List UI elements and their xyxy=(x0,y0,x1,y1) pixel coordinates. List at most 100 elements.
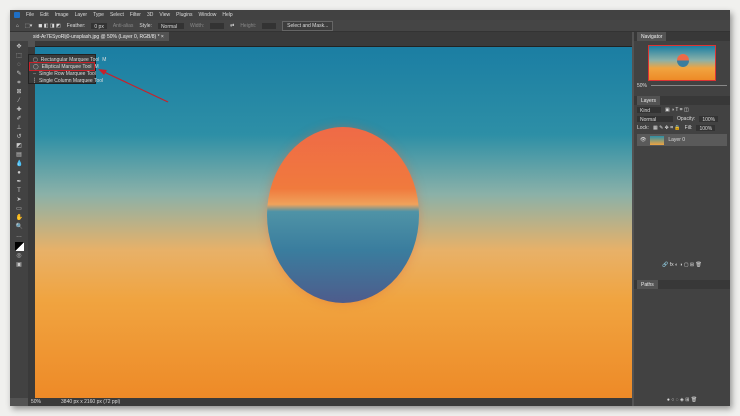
elliptical-marquee-item[interactable]: ◯ Elliptical Marquee Tool M xyxy=(29,62,99,71)
visibility-eye-icon[interactable]: 👁 xyxy=(640,137,646,143)
feather-label: Feather: xyxy=(66,22,86,29)
blur-tool-icon[interactable]: 💧 xyxy=(16,161,23,168)
type-tool-icon[interactable]: T xyxy=(16,188,23,195)
layers-header: Layers xyxy=(634,96,730,105)
navigator-zoom[interactable]: 50% xyxy=(637,83,647,89)
navigator-header: Navigator xyxy=(634,32,730,41)
rectangular-marquee-item[interactable]: ▢ Rectangular Marquee Tool M xyxy=(30,56,106,63)
quick-mask-icon[interactable]: ◎ xyxy=(16,253,23,260)
selection-mode-icons[interactable]: ◼ ◧ ◨ ◩ xyxy=(38,23,61,29)
rect-marquee-icon: ▢ xyxy=(33,56,38,63)
healing-brush-icon[interactable]: ✚ xyxy=(16,107,23,114)
pen-tool-icon[interactable]: ✒ xyxy=(16,179,23,186)
photoshop-window: File Edit Image Layer Type Select Filter… xyxy=(10,10,730,406)
menu-plugins[interactable]: Plugins xyxy=(176,12,192,18)
status-bar: 50% 3840 px x 2160 px (72 ppi) xyxy=(28,398,632,406)
paths-tab[interactable]: Paths xyxy=(637,280,658,289)
close-icon[interactable]: × xyxy=(161,34,164,40)
column-marquee-icon: ┆ xyxy=(33,77,37,84)
feather-input[interactable]: 0 px xyxy=(91,22,107,30)
blend-row: Normal Opacity: 100% xyxy=(634,114,730,123)
menu-edit[interactable]: Edit xyxy=(40,12,49,18)
menu-type[interactable]: Type xyxy=(93,12,104,18)
hand-tool-icon[interactable]: ✋ xyxy=(16,215,23,222)
navigator-zoom-row: 50% xyxy=(634,81,730,90)
eyedropper-icon[interactable]: ⁄ xyxy=(16,98,23,105)
layer-name[interactable]: Layer 0 xyxy=(668,137,685,143)
sphere-image xyxy=(267,127,419,303)
marquee-tool-flyout: ▢ Rectangular Marquee Tool M ◯ Elliptical M… xyxy=(28,54,106,84)
select-and-mask-button[interactable]: Select and Mask... xyxy=(282,20,334,31)
quick-select-icon[interactable]: ✎ xyxy=(16,71,23,78)
opacity-label: Opacity: xyxy=(677,115,696,122)
frame-tool-icon[interactable]: ⊠ xyxy=(16,89,23,96)
more-tools-icon[interactable]: … xyxy=(16,233,23,240)
menu-file[interactable]: File xyxy=(26,12,34,18)
home-icon[interactable]: ⌂ xyxy=(16,23,19,29)
opacity-input[interactable]: 100% xyxy=(699,115,719,123)
zoom-level[interactable]: 50% xyxy=(31,399,41,405)
swap-icon[interactable]: ⇄ xyxy=(230,23,234,29)
annotation-arrow-icon xyxy=(98,69,169,103)
path-select-icon[interactable]: ➤ xyxy=(16,197,23,204)
marquee-preset-icon[interactable]: ⬚▾ xyxy=(25,23,32,29)
stamp-tool-icon[interactable]: ⊥ xyxy=(16,125,23,132)
navigator-tab[interactable]: Navigator xyxy=(637,32,667,41)
dodge-tool-icon[interactable]: ● xyxy=(16,170,23,177)
paths-header: Paths xyxy=(634,280,730,289)
menu-image[interactable]: Image xyxy=(55,12,69,18)
height-input[interactable] xyxy=(262,22,277,29)
marquee-tool-icon[interactable]: ⬚ xyxy=(16,53,23,60)
width-label: Width: xyxy=(189,22,205,29)
vertical-ruler xyxy=(28,47,35,398)
height-label: Height: xyxy=(240,22,257,29)
blend-mode-select[interactable]: Normal xyxy=(637,115,673,123)
layers-tab[interactable]: Layers xyxy=(637,96,661,105)
layer-thumbnail xyxy=(650,135,665,145)
layer-row[interactable]: 👁 Layer 0 xyxy=(637,134,727,146)
ps-logo-icon xyxy=(14,12,20,18)
menu-filter[interactable]: Filter xyxy=(130,12,141,18)
right-panels: Navigator 50% Layers Kind ▣ ◑ T ⌗ ◫ Norma… xyxy=(634,32,730,406)
fill-input[interactable]: 100% xyxy=(696,124,716,132)
antialias-checkbox[interactable]: Anti-alias xyxy=(113,23,134,29)
eraser-icon[interactable]: ◩ xyxy=(16,143,23,150)
crop-tool-icon[interactable]: ⌗ xyxy=(16,80,23,87)
style-select[interactable]: Normal xyxy=(157,22,184,30)
color-swatches-icon[interactable] xyxy=(14,242,24,251)
menu-select[interactable]: Select xyxy=(110,12,124,18)
lasso-tool-icon[interactable]: ◌ xyxy=(16,62,23,69)
layers-footer: 🔗 fx ◐ ◑ ▢ ⊞ 🗑 xyxy=(634,260,730,269)
path-action-icons[interactable]: ● ○ ◌ ◈ ⊞ 🗑 xyxy=(667,397,697,403)
single-row-marquee-item[interactable]: ┄ Single Row Marquee Tool xyxy=(30,70,96,77)
layer-action-icons[interactable]: 🔗 fx ◐ ◑ ▢ ⊞ 🗑 xyxy=(662,262,702,268)
move-tool-icon[interactable]: ✥ xyxy=(16,44,23,51)
lock-icons[interactable]: ▦ ✎ ✥ ⌗ 🔒 xyxy=(653,125,681,131)
filter-icons[interactable]: ▣ ◑ T ⌗ ◫ xyxy=(665,107,689,113)
document-size: 3840 px x 2160 px (72 ppi) xyxy=(61,399,121,405)
fill-label: Fill: xyxy=(684,124,693,131)
menu-window[interactable]: Window xyxy=(199,12,217,18)
rectangle-tool-icon[interactable]: ▭ xyxy=(16,206,23,213)
menu-bar: File Edit Image Layer Type Select Filter… xyxy=(10,10,730,20)
width-input[interactable] xyxy=(210,22,225,29)
menu-view[interactable]: View xyxy=(159,12,170,18)
history-brush-icon[interactable]: ↺ xyxy=(16,134,23,141)
menu-layer[interactable]: Layer xyxy=(75,12,88,18)
navigator-thumbnail[interactable] xyxy=(648,45,716,81)
paths-footer: ● ○ ◌ ◈ ⊞ 🗑 xyxy=(634,395,730,404)
menu-3d[interactable]: 3D xyxy=(147,12,153,18)
zoom-slider[interactable] xyxy=(651,85,727,86)
kind-select[interactable]: Kind xyxy=(637,106,661,114)
screen-mode-icon[interactable]: ▣ xyxy=(16,262,23,269)
lock-label: Lock: xyxy=(637,124,649,131)
document-tab[interactable]: sid-Ar7ESyoRlj0-unsplash.jpg @ 50% (Laye… xyxy=(28,32,169,41)
style-label: Style: xyxy=(139,22,152,29)
lock-row: Lock: ▦ ✎ ✥ ⌗ 🔒 Fill: 100% xyxy=(634,123,730,132)
layer-filter-row: Kind ▣ ◑ T ⌗ ◫ xyxy=(634,105,730,114)
menu-help[interactable]: Help xyxy=(222,12,232,18)
brush-tool-icon[interactable]: ✐ xyxy=(16,116,23,123)
zoom-tool-icon[interactable]: 🔍 xyxy=(16,224,23,231)
single-column-marquee-item[interactable]: ┆ Single Column Marquee Tool xyxy=(30,77,103,84)
gradient-tool-icon[interactable]: ▤ xyxy=(16,152,23,159)
